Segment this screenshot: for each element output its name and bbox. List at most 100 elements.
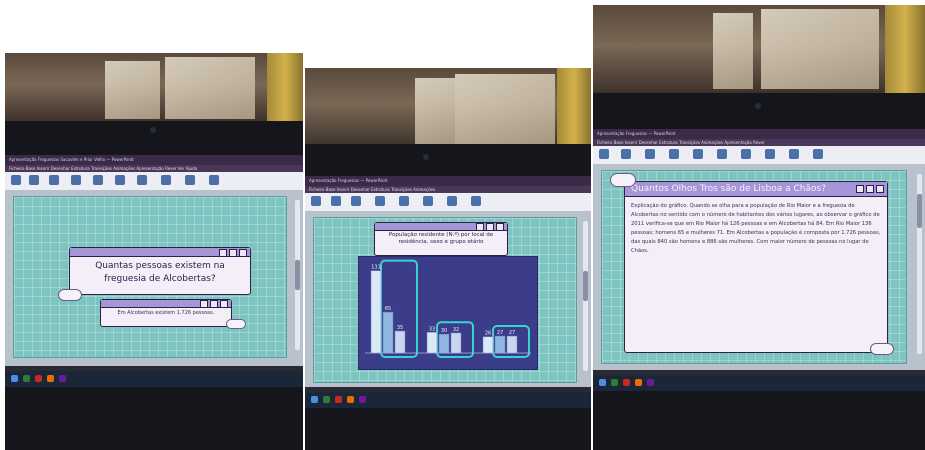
close-icon: [220, 300, 228, 308]
app-menubar[interactable]: Ficheiro Base Inserir Desenhar Estrutura…: [305, 186, 591, 193]
ribbon-button[interactable]: [71, 175, 81, 185]
vertical-scrollbar[interactable]: [295, 200, 300, 350]
close-icon: [876, 185, 884, 193]
scroll-thumb[interactable]: [917, 194, 922, 228]
data-label: 33: [429, 326, 435, 332]
taskbar-app-icon[interactable]: [623, 379, 630, 386]
slide[interactable]: Quantos Olhos Tros são de Lisboa a Chãos…: [601, 170, 907, 364]
slide-body: Em Alcobertas existem 1.726 pessoas.: [117, 310, 215, 316]
ribbon-button[interactable]: [93, 175, 103, 185]
chart-title-window: População residente (N.º) por local de r…: [374, 222, 508, 256]
taskbar-app-icon[interactable]: [611, 379, 618, 386]
ribbon-button[interactable]: [375, 196, 385, 206]
taskbar-app-icon[interactable]: [323, 396, 330, 403]
window-controls: [200, 300, 228, 308]
window-header: [101, 300, 231, 308]
bar: [426, 332, 438, 354]
window-header: [375, 223, 507, 231]
vertical-scrollbar[interactable]: [583, 221, 588, 371]
taskbar-app-icon[interactable]: [35, 375, 42, 382]
bar-chart: 131 65 35 33 30 32 26 27 27: [365, 259, 531, 359]
ribbon-button[interactable]: [447, 196, 457, 206]
wall-poster: [761, 9, 879, 89]
app-titlebar: Apresentação Freguesias — PowerPoint: [593, 129, 925, 139]
taskbar: [5, 371, 303, 387]
ribbon-button[interactable]: [209, 175, 219, 185]
start-icon[interactable]: [311, 396, 318, 403]
data-label: 30: [441, 328, 447, 334]
ribbon-button[interactable]: [11, 175, 21, 185]
ribbon-button[interactable]: [161, 175, 171, 185]
taskbar-app-icon[interactable]: [335, 396, 342, 403]
app-titlebar: Apresentação Freguesias — PowerPoint: [305, 176, 591, 186]
app-titlebar: Apresentação Freguesias Sacavém e Prior …: [5, 155, 303, 165]
slide-canvas: População residente (N.º) por local de r…: [305, 211, 591, 392]
answer-window: Em Alcobertas existem 1.726 pessoas.: [100, 299, 232, 327]
bar: [394, 330, 406, 354]
slide[interactable]: População residente (N.º) por local de r…: [313, 217, 577, 383]
ribbon-button[interactable]: [621, 149, 631, 159]
chart-title: População residente (N.º) por local de r…: [388, 232, 494, 245]
photo-panel-3: Apresentação Freguesias — PowerPoint Fic…: [593, 5, 925, 450]
scroll-thumb[interactable]: [583, 271, 588, 301]
scroll-thumb[interactable]: [295, 260, 300, 290]
ribbon-button[interactable]: [789, 149, 799, 159]
ribbon-button[interactable]: [813, 149, 823, 159]
ribbon-button[interactable]: [693, 149, 703, 159]
ribbon-button[interactable]: [137, 175, 147, 185]
wall-pillar: [885, 5, 925, 93]
wall-poster: [105, 61, 160, 119]
ribbon-button[interactable]: [717, 149, 727, 159]
wall-poster: [713, 13, 753, 89]
app-menubar[interactable]: Ficheiro Base Inserir Desenhar Estrutura…: [5, 165, 303, 172]
ribbon-button[interactable]: [741, 149, 751, 159]
ribbon-button[interactable]: [29, 175, 39, 185]
ribbon-button[interactable]: [399, 196, 409, 206]
data-label: 131: [371, 265, 381, 271]
cloud-decoration: [58, 289, 82, 301]
slide-body: Explicação do gráfico. Quando se olha pa…: [631, 203, 881, 254]
photo-panel-2: Apresentação Freguesias — PowerPoint Fic…: [305, 68, 591, 450]
bar: [382, 311, 394, 354]
ribbon-button[interactable]: [645, 149, 655, 159]
ribbon-button[interactable]: [49, 175, 59, 185]
start-icon[interactable]: [599, 379, 606, 386]
ribbon-button[interactable]: [765, 149, 775, 159]
data-label: 65: [385, 306, 391, 312]
data-label: 35: [397, 325, 403, 331]
window-controls: [219, 249, 247, 257]
ribbon-button[interactable]: [423, 196, 433, 206]
ribbon-button[interactable]: [351, 196, 361, 206]
taskbar: [305, 392, 591, 408]
window-header: Quantos Olhos Tros são de Lisboa a Chãos…: [625, 182, 887, 197]
ribbon-button[interactable]: [471, 196, 481, 206]
slide-title: Quantos Olhos Tros são de Lisboa a Chãos…: [631, 184, 827, 194]
ribbon-toolbar: [5, 172, 303, 190]
vertical-scrollbar[interactable]: [917, 174, 922, 354]
taskbar-app-icon[interactable]: [359, 396, 366, 403]
ribbon-button[interactable]: [331, 196, 341, 206]
ribbon-button[interactable]: [669, 149, 679, 159]
taskbar-app-icon[interactable]: [635, 379, 642, 386]
laptop-screen: Apresentação Freguesias Sacavém e Prior …: [5, 155, 303, 387]
ribbon-button[interactable]: [599, 149, 609, 159]
cloud-decoration: [870, 343, 894, 355]
taskbar-app-icon[interactable]: [47, 375, 54, 382]
taskbar-app-icon[interactable]: [23, 375, 30, 382]
slide[interactable]: Quantas pessoas existem na freguesia de …: [13, 196, 287, 358]
bar: [450, 332, 462, 354]
cloud-decoration: [610, 173, 636, 187]
ribbon-button[interactable]: [311, 196, 321, 206]
taskbar-app-icon[interactable]: [347, 396, 354, 403]
taskbar-app-icon[interactable]: [647, 379, 654, 386]
data-label: 27: [497, 330, 503, 336]
ribbon-button[interactable]: [115, 175, 125, 185]
data-label: 32: [453, 327, 459, 333]
ribbon-button[interactable]: [185, 175, 195, 185]
app-menubar[interactable]: Ficheiro Base Inserir Desenhar Estrutura…: [593, 139, 925, 146]
wall-pillar: [557, 68, 591, 148]
taskbar-app-icon[interactable]: [59, 375, 66, 382]
minimize-icon: [476, 223, 484, 231]
start-icon[interactable]: [11, 375, 18, 382]
data-label: 27: [509, 330, 515, 336]
